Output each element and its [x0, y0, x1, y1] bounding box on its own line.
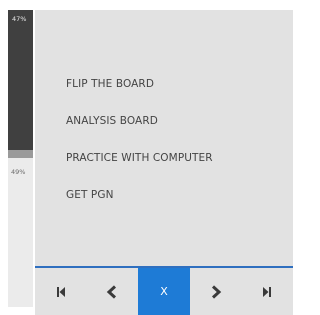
next-move-button[interactable] [190, 268, 242, 315]
evaluation-bottom-percent: 49% [11, 168, 26, 176]
evaluation-top-percent: 47% [12, 15, 27, 23]
practice-with-computer-menu-item[interactable]: PRACTICE WITH COMPUTER [66, 152, 213, 164]
first-move-button[interactable] [35, 268, 87, 315]
evaluation-bar-divider [8, 150, 33, 158]
evaluation-bar: 47% 49% [8, 10, 33, 307]
get-pgn-menu-item[interactable]: GET PGN [66, 189, 114, 201]
close-icon: X [160, 285, 168, 298]
move-navigation-bar: X [35, 266, 293, 315]
close-menu-button[interactable]: X [138, 268, 190, 315]
chevron-left-icon [107, 284, 117, 299]
analysis-board-menu-item[interactable]: ANALYSIS BOARD [66, 115, 158, 127]
chevron-right-icon [211, 284, 221, 299]
evaluation-bar-dark-fill [8, 10, 33, 150]
skip-to-start-icon [56, 286, 65, 297]
game-options-menu: FLIP THE BOARD ANALYSIS BOARD PRACTICE W… [35, 10, 293, 266]
last-move-button[interactable] [241, 268, 293, 315]
skip-to-end-icon [263, 286, 272, 297]
flip-board-menu-item[interactable]: FLIP THE BOARD [66, 78, 154, 90]
previous-move-button[interactable] [87, 268, 139, 315]
